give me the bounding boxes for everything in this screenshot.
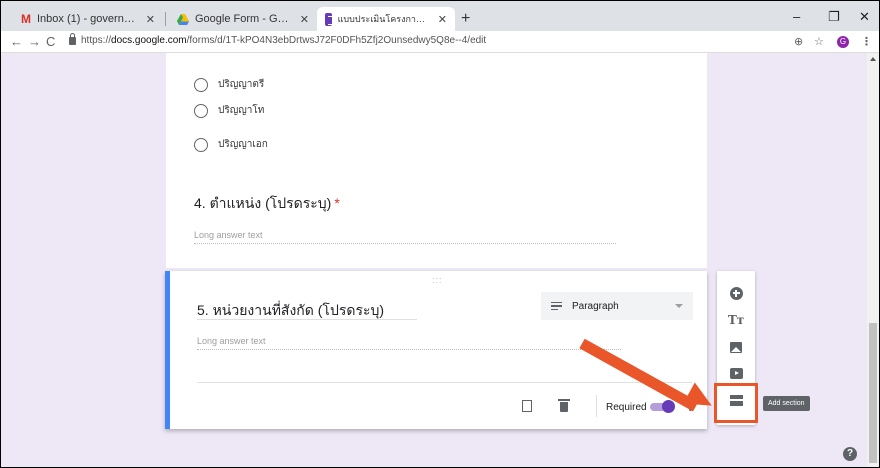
back-icon[interactable]: ← [10,34,23,49]
menu-icon[interactable]: ⋮ [861,35,872,48]
radio-option[interactable]: ปริญญาโท [194,103,264,118]
tab-title: แบบประเมินโครงการประชุมเชิงปฏิบัติก [337,14,430,24]
help-icon[interactable]: ? [843,447,857,461]
forward-icon[interactable]: → [28,34,41,49]
address-toolbar: ← → C https://docs.google.com/forms/d/1T… [1,31,879,53]
scroll-thumb[interactable] [869,323,877,463]
gmail-icon: M [21,12,31,26]
question-title-text: 4. ตำแหน่ง (โปรดระบุ) [194,195,332,211]
url-domain: docs.google.com [111,35,187,46]
add-circle-icon [729,286,743,300]
image-icon [730,341,742,353]
radio-option[interactable]: ปริญญาตรี [194,77,264,92]
zoom-icon[interactable]: ⊕ [794,35,803,48]
tab-title: Inbox (1) - governance.pacc@gm [37,13,138,25]
close-icon[interactable]: ✕ [146,13,155,26]
close-window-button[interactable]: ✕ [859,9,870,25]
radio-icon [194,137,208,152]
add-section-tooltip: Add section [763,396,810,411]
close-icon[interactable]: ✕ [300,13,309,26]
chevron-down-icon [675,304,683,308]
long-answer-placeholder: Long answer text [197,336,621,350]
restore-button[interactable]: ❐ [828,9,840,25]
scrollbar[interactable] [867,53,879,467]
reload-icon[interactable]: C [46,34,55,49]
toggle-thumb [662,400,675,413]
video-icon [729,367,743,379]
radio-icon [194,103,208,118]
required-label: Required [606,402,647,413]
tab-strip: M Inbox (1) - governance.pacc@gm ✕ Googl… [1,1,879,31]
url-path: /forms/d/1T-kPO4N3ebDrtwsJ72F0DFh5Zfj2Ou… [186,35,487,46]
radio-option[interactable]: ปริญญาเอก [194,137,268,152]
lock-icon [69,33,76,45]
option-label: ปริญญาเอก [218,139,268,150]
tab-drive[interactable]: Google Form - Google Drive ✕ [169,7,317,31]
tab-forms[interactable]: แบบประเมินโครงการประชุมเชิงปฏิบัติก ✕ [317,7,455,31]
title-underline [197,319,417,320]
question-type-label: Paragraph [572,300,619,312]
title-icon: Tт [727,313,745,327]
close-icon[interactable]: ✕ [438,13,447,26]
tab-separator [165,12,166,26]
forms-icon [325,12,333,26]
new-tab-button[interactable]: + [461,10,470,28]
url-bar[interactable]: https://docs.google.com/forms/d/1T-kPO4N… [81,35,486,46]
browser-window: M Inbox (1) - governance.pacc@gm ✕ Googl… [0,0,880,468]
option-label: ปริญญาโท [218,105,265,116]
add-question-button[interactable] [717,281,755,305]
highlight-box [714,383,758,423]
form-editor: ปริญญาตรี ปริญญาโท ปริญญาเอก 4. ตำแหน่ง … [1,53,879,467]
question-title[interactable]: 4. ตำแหน่ง (โปรดระบุ) * [194,193,340,215]
add-title-button[interactable]: Tт [717,308,755,332]
tab-gmail[interactable]: M Inbox (1) - governance.pacc@gm ✕ [13,7,163,31]
avatar[interactable]: G [837,36,849,48]
option-label: ปริญญาตรี [218,79,265,90]
required-asterisk: * [334,195,340,211]
divider [197,382,692,383]
scroll-up-icon[interactable] [870,57,876,61]
url-scheme: https:// [81,35,112,46]
question-card[interactable]: ปริญญาตรี ปริญญาโท ปริญญาเอก 4. ตำแหน่ง … [166,53,707,268]
question-type-select[interactable]: Paragraph [541,292,693,320]
trash-icon[interactable] [558,399,570,412]
drag-handle[interactable]: ::: [432,275,443,285]
star-icon[interactable]: ☆ [814,35,824,48]
divider [596,395,597,417]
add-video-button[interactable] [717,361,755,385]
radio-icon [194,77,208,92]
minimize-button[interactable]: – [793,9,800,24]
required-toggle[interactable] [650,400,675,413]
add-image-button[interactable] [717,335,755,359]
drive-icon [177,13,189,25]
tab-title: Google Form - Google Drive [195,13,292,25]
paragraph-icon [551,300,562,313]
duplicate-icon[interactable] [522,400,532,412]
long-answer-placeholder: Long answer text [194,230,616,244]
active-question-card[interactable]: ::: 5. หน่วยงานที่สังกัด (โปรดระบุ) Para… [165,271,707,429]
